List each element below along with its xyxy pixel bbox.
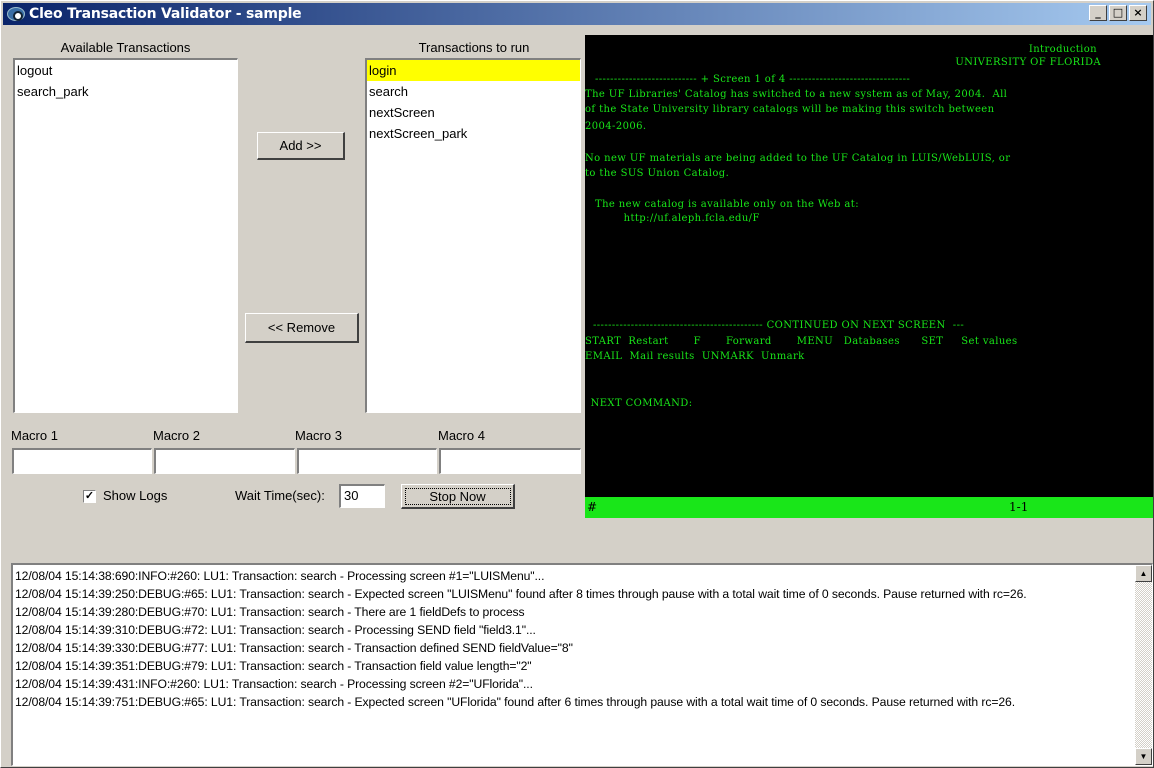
show-logs-label: Show Logs xyxy=(103,488,168,503)
terminal-line: UNIVERSITY OF FLORIDA xyxy=(955,57,1101,68)
transactions-to-run-list[interactable]: login search nextScreen nextScreen_park xyxy=(365,58,581,413)
app-window: Cleo Transaction Validator - sample _ □ … xyxy=(0,0,1154,768)
list-item[interactable]: logout xyxy=(15,60,237,81)
log-line: 12/08/04 15:14:38:690:INFO:#260: LU1: Tr… xyxy=(15,569,545,583)
wait-time-field[interactable]: 30 xyxy=(339,484,385,508)
log-line: 12/08/04 15:14:39:351:DEBUG:#79: LU1: Tr… xyxy=(15,659,532,673)
transactions-to-run-label: Transactions to run xyxy=(418,40,530,55)
log-line: 12/08/04 15:14:39:751:DEBUG:#65: LU1: Tr… xyxy=(15,695,1016,709)
available-transactions-label: Available Transactions xyxy=(60,40,191,55)
close-button[interactable]: × xyxy=(1129,5,1147,21)
macro-3-field[interactable] xyxy=(297,448,437,474)
available-transactions-list[interactable]: logout search_park xyxy=(13,58,238,413)
stop-now-button[interactable]: Stop Now xyxy=(401,484,515,509)
show-logs-checkbox[interactable]: ✓ xyxy=(83,490,96,503)
macro-2-label: Macro 2 xyxy=(153,428,200,443)
terminal-screen[interactable]: Introduction UNIVERSITY OF FLORIDA -----… xyxy=(585,35,1153,497)
log-output[interactable]: 12/08/04 15:14:38:690:INFO:#260: LU1: Tr… xyxy=(11,563,1153,766)
scroll-up-arrow-icon[interactable]: ▲ xyxy=(1135,565,1152,582)
window-controls: _ □ × xyxy=(1089,5,1147,21)
title-bar[interactable]: Cleo Transaction Validator - sample _ □ … xyxy=(3,3,1151,25)
list-item-selected[interactable]: login xyxy=(367,60,580,81)
list-item[interactable]: nextScreen xyxy=(367,102,580,123)
log-line: 12/08/04 15:14:39:330:DEBUG:#77: LU1: Tr… xyxy=(15,641,573,655)
list-item[interactable]: search_park xyxy=(15,81,237,102)
list-item[interactable]: nextScreen_park xyxy=(367,123,580,144)
terminal-line: to the SUS Union Catalog. xyxy=(585,168,730,179)
terminal-line: The new catalog is available only on the… xyxy=(595,199,859,210)
macro-3-label: Macro 3 xyxy=(295,428,342,443)
terminal-line: NEXT COMMAND: xyxy=(587,398,693,409)
terminal-line: The UF Libraries' Catalog has switched t… xyxy=(585,89,1008,100)
window-title: Cleo Transaction Validator - sample xyxy=(29,6,302,22)
status-cursor: # xyxy=(587,500,598,514)
eye-icon xyxy=(7,7,25,21)
macro-4-label: Macro 4 xyxy=(438,428,485,443)
scroll-down-arrow-icon[interactable]: ▼ xyxy=(1135,748,1152,765)
status-position: 1-1 xyxy=(1009,500,1029,514)
log-scrollbar[interactable]: ▲ ▼ xyxy=(1135,565,1152,765)
minimize-button[interactable]: _ xyxy=(1089,5,1107,21)
terminal-line: ----------------------------------------… xyxy=(593,320,965,331)
terminal-line: EMAIL Mail results UNMARK Unmark xyxy=(585,351,805,362)
add-button[interactable]: Add >> xyxy=(257,132,345,160)
terminal-line: of the State University library catalogs… xyxy=(585,104,995,115)
log-text: 12/08/04 15:14:38:690:INFO:#260: LU1: Tr… xyxy=(15,567,1125,711)
terminal-status-bar: # 1-1 xyxy=(585,497,1153,518)
macro-4-field[interactable] xyxy=(439,448,581,474)
log-line: 12/08/04 15:14:39:250:DEBUG:#65: LU1: Tr… xyxy=(15,587,1027,601)
macro-1-label: Macro 1 xyxy=(11,428,58,443)
terminal-line: Introduction xyxy=(1028,44,1097,55)
terminal-line: 2004-2006. xyxy=(585,121,647,132)
remove-button[interactable]: << Remove xyxy=(245,313,359,343)
terminal-line: START Restart F Forward MENU Databases S… xyxy=(585,336,1018,347)
macro-2-field[interactable] xyxy=(154,448,295,474)
terminal-line: http://uf.aleph.fcla.edu/F xyxy=(595,213,760,224)
log-line: 12/08/04 15:14:39:280:DEBUG:#70: LU1: Tr… xyxy=(15,605,525,619)
wait-time-label: Wait Time(sec): xyxy=(235,488,325,503)
log-line: 12/08/04 15:14:39:310:DEBUG:#72: LU1: Tr… xyxy=(15,623,536,637)
terminal-line: --------------------------- + Screen 1 o… xyxy=(595,74,911,85)
log-line: 12/08/04 15:14:39:431:INFO:#260: LU1: Tr… xyxy=(15,677,533,691)
terminal-line: No new UF materials are being added to t… xyxy=(585,153,1011,164)
maximize-button[interactable]: □ xyxy=(1109,5,1127,21)
macro-1-field[interactable] xyxy=(12,448,152,474)
list-item[interactable]: search xyxy=(367,81,580,102)
